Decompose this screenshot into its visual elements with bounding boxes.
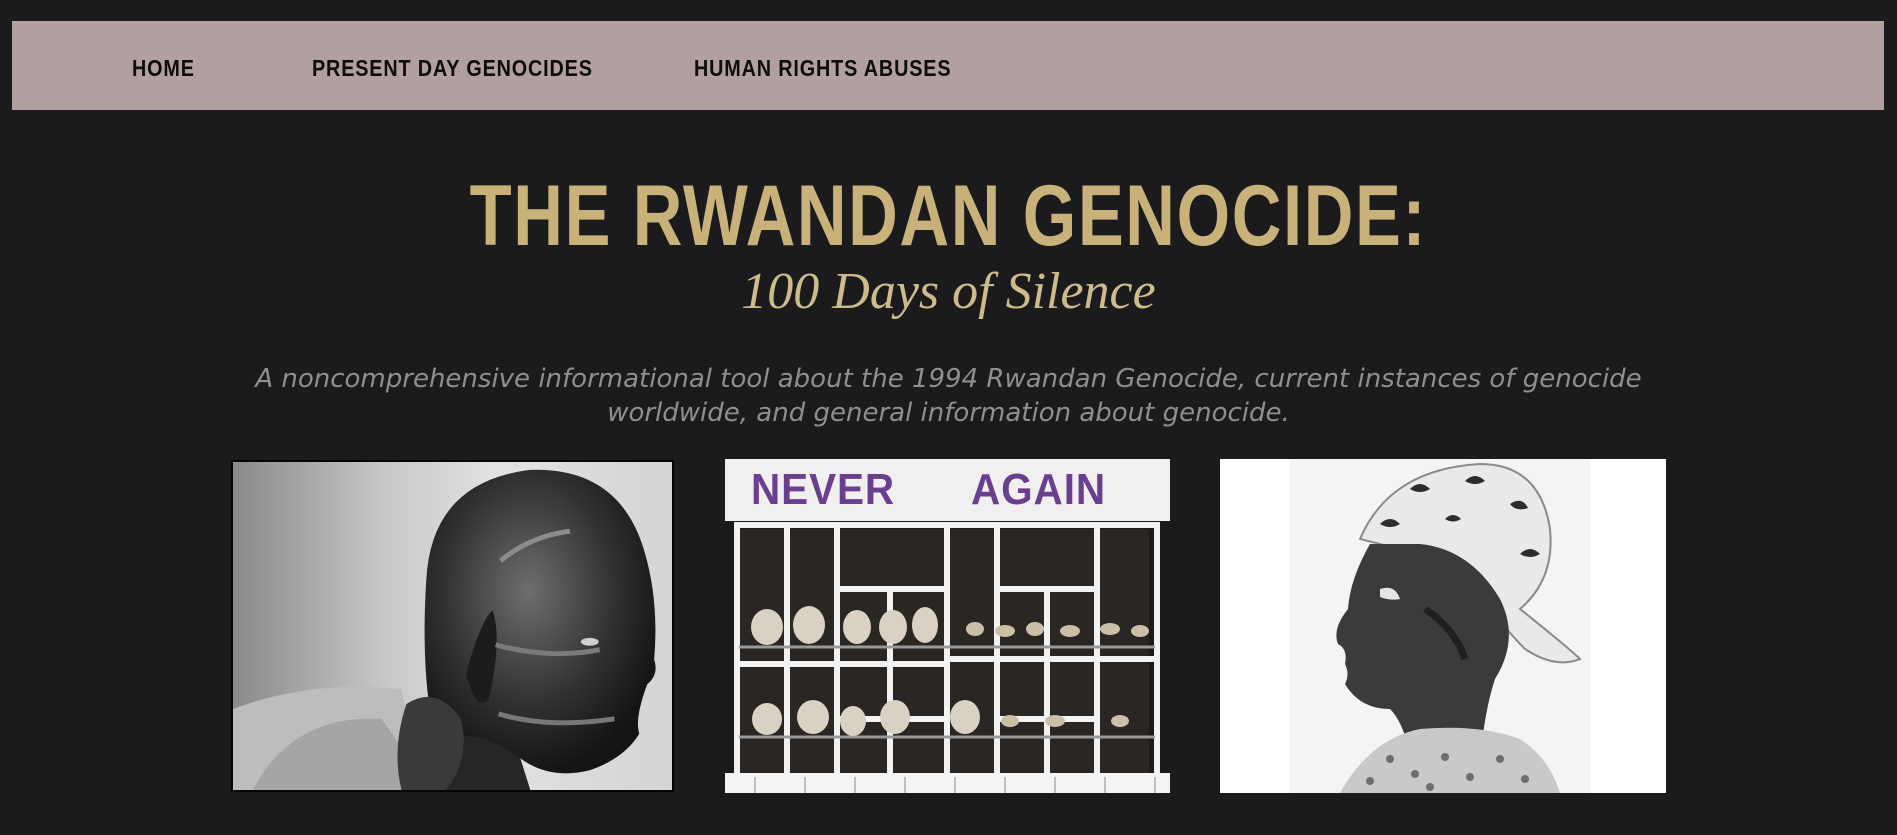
site-description: A noncomprehensive informational tool ab… [255,364,1642,428]
memorial-sign-word-never: NEVER [751,465,896,514]
woman-profile-photo [1220,459,1666,793]
page-subtitle: 100 Days of Silence [741,263,1156,320]
memorial-sign-word-again: AGAIN [971,465,1107,514]
nav-home-link[interactable]: HOME [132,21,195,110]
top-nav: HOME PRESENT DAY GENOCIDES HUMAN RIGHTS … [12,21,1884,110]
nav-present-day-genocides-link[interactable]: PRESENT DAY GENOCIDES [312,21,593,110]
nav-human-rights-abuses-link[interactable]: HUMAN RIGHTS ABUSES [694,21,951,110]
scarred-man-photo [231,460,674,792]
never-again-memorial-photo: NEVER AGAIN [725,459,1170,793]
page-title: THE RWANDAN GENOCIDE: [0,168,1897,264]
page-title-text: THE RWANDAN GENOCIDE: [469,168,1428,264]
